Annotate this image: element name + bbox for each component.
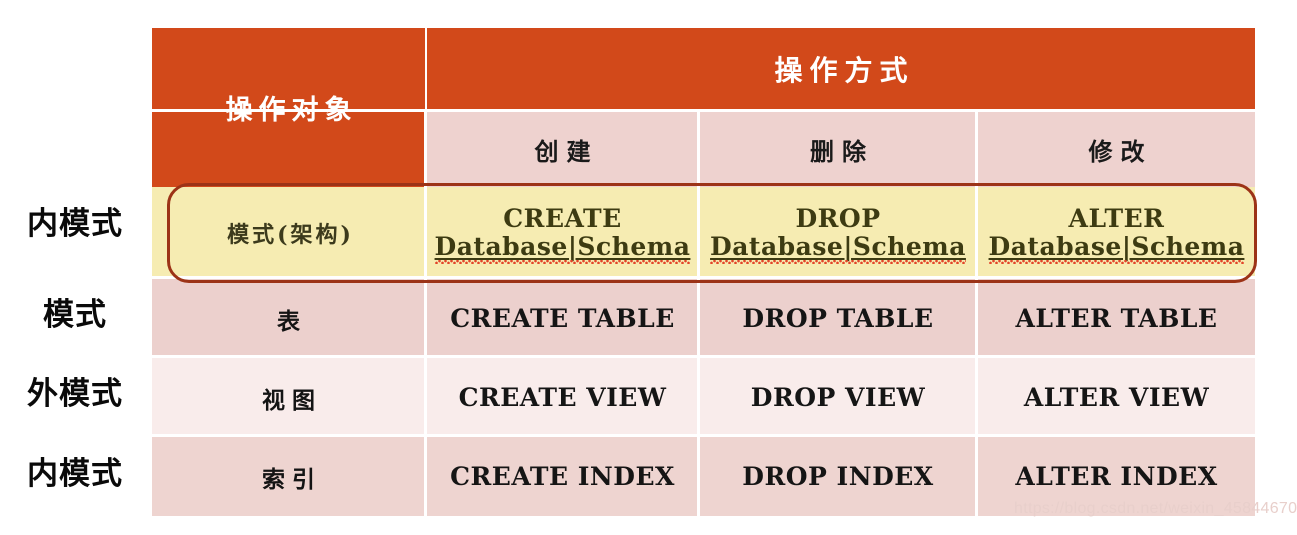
command-text: ALTER INDEX [1015, 461, 1218, 491]
annotation-label-row-2: 外模式 [27, 376, 123, 412]
row-object-cell: 视图 [152, 358, 425, 437]
command-text: DROP Database|Schema [710, 204, 966, 264]
sql-ddl-table: 操作对象 操作方式 创建 删除 修改 模式(架构) CREATE Databas… [152, 28, 1257, 516]
row-alter-cell: ALTER VIEW [978, 358, 1255, 437]
grid-divider-horizontal [152, 109, 1255, 112]
command-text: ALTER Database|Schema [988, 204, 1245, 264]
command-line-2: Database|Schema [710, 232, 966, 264]
row-drop-cell: DROP Database|Schema [700, 187, 976, 279]
command-text: DROP TABLE [742, 303, 934, 333]
subheader-alter: 修改 [978, 112, 1255, 187]
row-create-cell: CREATE VIEW [427, 358, 698, 437]
command-line-2: Database|Schema [434, 232, 691, 264]
table-row: 视图 CREATE VIEW DROP VIEW ALTER VIEW [152, 358, 1255, 437]
row-object-label: 表 [277, 307, 307, 335]
row-create-cell: CREATE Database|Schema [427, 187, 698, 279]
row-object-cell: 表 [152, 279, 425, 358]
row-create-cell: CREATE TABLE [427, 279, 698, 358]
row-object-label: 视图 [262, 386, 322, 414]
grid-divider-horizontal [152, 355, 1255, 358]
command-text: CREATE TABLE [450, 303, 675, 333]
grid-divider-vertical [697, 112, 700, 516]
grid-divider-horizontal [152, 434, 1255, 437]
table-row: 表 CREATE TABLE DROP TABLE ALTER TABLE [152, 279, 1255, 358]
row-drop-cell: DROP INDEX [700, 437, 976, 516]
command-text: DROP INDEX [742, 461, 934, 491]
annotation-label-row-0: 内模式 [27, 206, 123, 242]
grid-divider-vertical [424, 112, 427, 516]
subheader-drop: 删除 [700, 112, 976, 187]
annotation-label-row-3: 内模式 [27, 456, 123, 492]
command-line-1: CREATE [503, 204, 622, 233]
command-line-2-text: Database|Schema [434, 232, 691, 261]
screenshot-root: 内模式 模式 外模式 内模式 操作对象 操作方式 创建 删除 修改 模式(架构)… [0, 0, 1297, 535]
command-line-1: DROP [795, 204, 881, 233]
command-line-2: Database|Schema [988, 232, 1245, 264]
row-alter-cell: ALTER TABLE [978, 279, 1255, 358]
command-text: DROP VIEW [750, 382, 926, 412]
grid-divider-horizontal [152, 276, 1255, 279]
annotation-label-row-1: 模式 [43, 297, 107, 333]
row-create-cell: CREATE INDEX [427, 437, 698, 516]
row-object-cell: 索引 [152, 437, 425, 516]
command-text: CREATE VIEW [458, 382, 667, 412]
command-text: ALTER VIEW [1023, 382, 1210, 412]
command-text: ALTER TABLE [1015, 303, 1218, 333]
grid-divider-vertical [975, 112, 978, 516]
command-text: CREATE Database|Schema [434, 204, 691, 264]
watermark-url: https://blog.csdn.net/weixin_45844670 [1014, 500, 1297, 517]
command-line-2-text: Database|Schema [710, 232, 966, 261]
header-operation-method: 操作方式 [427, 28, 1255, 109]
row-object-label: 索引 [262, 465, 322, 493]
row-object-label: 模式(架构) [227, 222, 354, 248]
command-text: CREATE INDEX [450, 461, 675, 491]
subheader-create: 创建 [427, 112, 698, 187]
table-row: 模式(架构) CREATE Database|Schema DROP Datab… [152, 187, 1255, 279]
command-line-1: ALTER [1068, 204, 1165, 233]
row-object-cell: 模式(架构) [152, 187, 425, 279]
row-drop-cell: DROP TABLE [700, 279, 976, 358]
row-alter-cell: ALTER Database|Schema [978, 187, 1255, 279]
row-drop-cell: DROP VIEW [700, 358, 976, 437]
command-line-2-text: Database|Schema [988, 232, 1245, 261]
header-operation-object: 操作对象 [152, 28, 425, 187]
